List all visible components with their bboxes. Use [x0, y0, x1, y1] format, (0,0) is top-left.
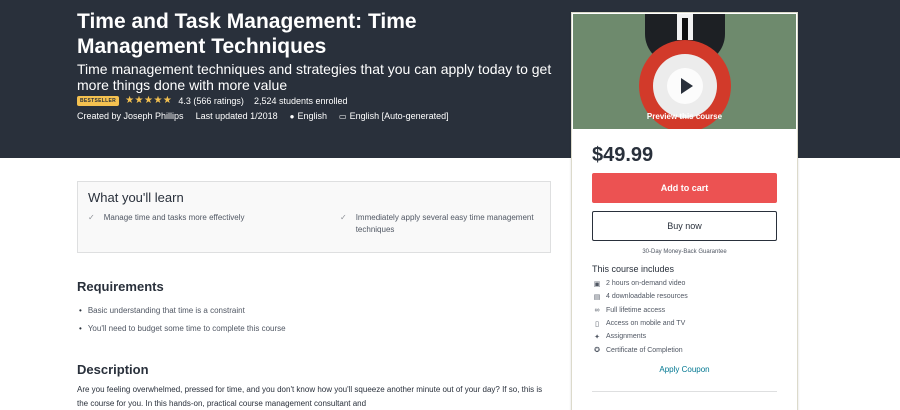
- include-text: Full lifetime access: [606, 306, 666, 314]
- list-item: ▯ Access on mobile and TV: [592, 317, 688, 330]
- list-item: ▤ 4 downloadable resources: [592, 290, 688, 303]
- description-text: Are you feeling overwhelmed, pressed for…: [77, 385, 543, 408]
- assignment-icon: ✦: [594, 333, 600, 341]
- requirements-title: Requirements: [77, 279, 164, 294]
- include-text: Assignments: [606, 333, 647, 341]
- list-item: • Basic understanding that time is a cons…: [79, 301, 286, 319]
- bestseller-badge: BESTSELLER: [77, 95, 120, 106]
- meta-row: Created by Joseph Phillips Last updated …: [77, 111, 461, 121]
- captions-label: English [Auto-generated]: [349, 111, 449, 121]
- star-rating-icon: ★★★★★: [125, 95, 173, 106]
- preview-label[interactable]: Preview this course: [573, 112, 796, 121]
- language-label: English: [297, 111, 328, 121]
- purchase-card: Preview this course $49.99 Add to cart B…: [571, 12, 798, 410]
- apply-coupon-link[interactable]: Apply Coupon: [572, 365, 797, 374]
- created-by[interactable]: Created by Joseph Phillips: [77, 111, 184, 121]
- captions: ▭ English [Auto-generated]: [339, 111, 449, 121]
- learn-point-text: Immediately apply several easy time mana…: [355, 213, 534, 234]
- buy-now-button[interactable]: Buy now: [592, 211, 777, 241]
- rating-text[interactable]: 4.3 (566 ratings): [178, 96, 244, 106]
- check-icon: ✓: [88, 213, 95, 222]
- list-item: ▣ 2 hours on-demand video: [592, 277, 688, 290]
- requirement-text: Basic understanding that time is a const…: [87, 305, 245, 315]
- list-item: ∞ Full lifetime access: [592, 304, 688, 317]
- include-text: 2 hours on-demand video: [606, 280, 686, 288]
- students-enrolled: 2,524 students enrolled: [253, 95, 348, 106]
- check-icon: ✓: [340, 213, 347, 222]
- list-item: ✦ Assignments: [592, 330, 688, 343]
- price: $49.99: [592, 144, 654, 166]
- money-back-guarantee: 30-Day Money-Back Guarantee: [642, 249, 727, 255]
- speech-bubble-icon: ●: [289, 111, 295, 121]
- includes-title: This course includes: [592, 264, 675, 274]
- include-text: Certificate of Completion: [606, 346, 683, 354]
- course-preview-video[interactable]: Preview this course: [573, 14, 796, 129]
- mobile-icon: ▯: [595, 320, 599, 328]
- bullet-icon: •: [79, 323, 82, 333]
- what-youll-learn-box: What you'll learn ✓ Manage time and task…: [77, 181, 551, 253]
- learn-point: ✓ Immediately apply several easy time ma…: [340, 212, 540, 236]
- add-to-cart-button[interactable]: Add to cart: [592, 173, 777, 203]
- list-item: ✪ Certificate of Completion: [592, 343, 688, 356]
- learn-point: ✓ Manage time and tasks more effectively: [88, 212, 245, 224]
- requirements-list: • Basic understanding that time is a cons…: [79, 301, 286, 337]
- bullet-icon: •: [79, 305, 82, 315]
- last-updated: Last updated 1/2018: [195, 111, 278, 121]
- description-title: Description: [77, 362, 149, 377]
- file-icon: ▤: [593, 293, 601, 301]
- course-subtitle: Time management techniques and strategie…: [77, 61, 552, 93]
- divider: [592, 391, 777, 392]
- tie-illustration: [682, 18, 688, 42]
- closed-caption-icon: ▭: [339, 111, 347, 121]
- include-text: 4 downloadable resources: [606, 293, 688, 301]
- certificate-icon: ✪: [594, 347, 600, 355]
- include-text: Access on mobile and TV: [606, 320, 686, 328]
- includes-list: ▣ 2 hours on-demand video ▤ 4 downloadable…: [592, 277, 688, 357]
- list-item: • You'll need to budget some time to comp…: [79, 319, 286, 337]
- video-icon: ▣: [593, 280, 601, 288]
- learn-title: What you'll learn: [88, 190, 184, 205]
- course-title: Time and Task Management: Time Managemen…: [77, 10, 417, 58]
- play-icon[interactable]: [667, 68, 703, 104]
- language: ● English: [290, 111, 327, 121]
- rating-row: BESTSELLER ★★★★★ 4.3 (566 ratings) 2,524…: [77, 95, 348, 106]
- learn-point-text: Manage time and tasks more effectively: [103, 213, 245, 222]
- infinity-icon: ∞: [594, 306, 600, 314]
- requirement-text: You'll need to budget some time to compl…: [87, 323, 286, 333]
